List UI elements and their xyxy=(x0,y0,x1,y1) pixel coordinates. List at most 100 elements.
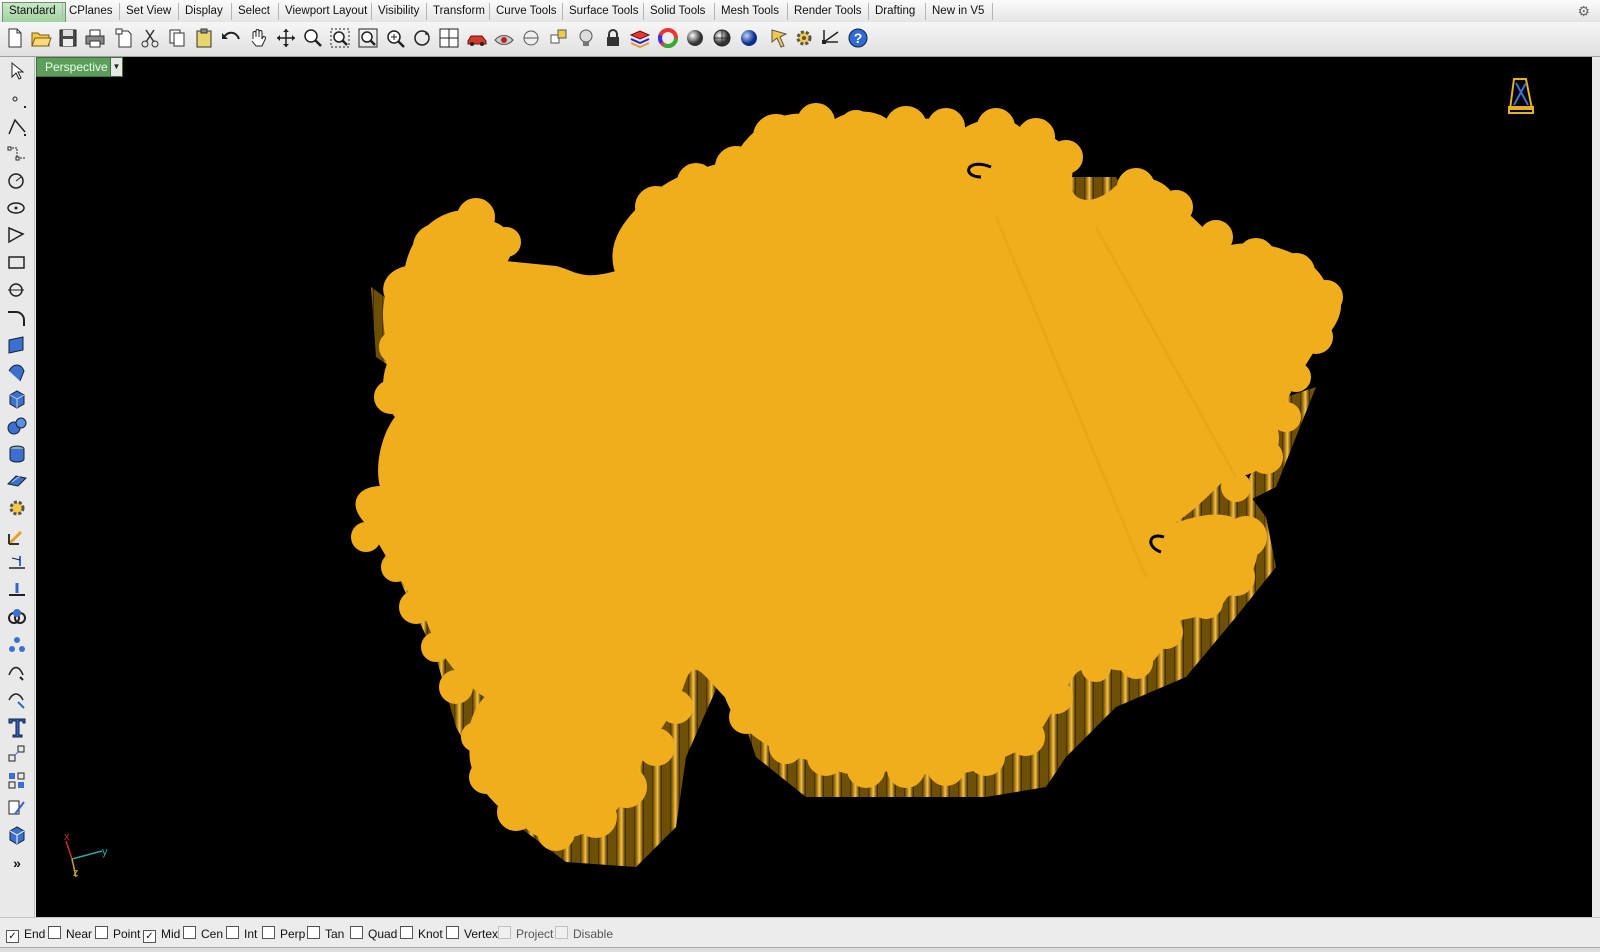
loft-icon[interactable] xyxy=(5,360,29,384)
tab-render-tools[interactable]: Render Tools xyxy=(787,3,870,20)
osnap-vertex[interactable]: Vertex xyxy=(446,926,498,942)
osnap-vertex-checkbox[interactable] xyxy=(446,926,459,939)
tab-drafting[interactable]: Drafting xyxy=(868,3,927,20)
control-curve-icon[interactable] xyxy=(5,142,29,166)
join-icon[interactable] xyxy=(5,633,29,657)
tab-viewport-layout[interactable]: Viewport Layout xyxy=(278,3,373,20)
rectangle-icon[interactable] xyxy=(5,251,29,275)
osnap-perp[interactable]: Perp xyxy=(262,926,305,942)
viewport-title[interactable]: Perspective xyxy=(36,57,113,77)
tab-set-view[interactable]: Set View xyxy=(119,3,180,20)
print-icon[interactable] xyxy=(83,26,107,50)
osnap-project-checkbox[interactable] xyxy=(498,926,511,939)
save-icon[interactable] xyxy=(56,26,80,50)
circle-icon[interactable] xyxy=(5,169,29,193)
osnap-cen-checkbox[interactable] xyxy=(183,926,196,939)
more-icon[interactable]: » xyxy=(5,851,29,875)
osnap-int-checkbox[interactable] xyxy=(226,926,239,939)
osnap-cen[interactable]: Cen xyxy=(183,926,223,942)
osnap-mid[interactable]: ✓ Mid xyxy=(143,926,180,943)
eye-icon[interactable] xyxy=(492,26,516,50)
perspective-viewport[interactable]: Perspective ▼ x y z xyxy=(36,57,1592,917)
edit-points-icon[interactable] xyxy=(5,796,29,820)
cut-icon[interactable] xyxy=(138,26,162,50)
osnap-near-checkbox[interactable] xyxy=(48,926,61,939)
grid-snap-icon[interactable] xyxy=(547,26,571,50)
cube-icon[interactable] xyxy=(5,823,29,847)
zoom-window-icon[interactable] xyxy=(301,26,325,50)
scale-icon[interactable] xyxy=(5,742,29,766)
cplane-icon[interactable] xyxy=(519,26,543,50)
bulb-icon[interactable] xyxy=(574,26,598,50)
tab-transform[interactable]: Transform xyxy=(426,3,491,20)
import-icon[interactable] xyxy=(112,26,136,50)
plane-surface-icon[interactable] xyxy=(5,469,29,493)
tab-surface-tools[interactable]: Surface Tools xyxy=(562,3,645,20)
tab-solid-tools[interactable]: Solid Tools xyxy=(643,3,716,20)
help-icon[interactable]: ? xyxy=(846,26,870,50)
tab-new-in-v5[interactable]: New in V5 xyxy=(925,3,993,20)
gear-icon[interactable]: ⚙ xyxy=(1577,3,1590,20)
cylinder-icon[interactable] xyxy=(5,442,29,466)
text-icon[interactable] xyxy=(5,715,29,739)
osnap-knot[interactable]: Knot xyxy=(400,926,443,942)
dimension-icon[interactable] xyxy=(819,26,843,50)
paste-icon[interactable] xyxy=(192,26,216,50)
zoom-icon[interactable] xyxy=(383,26,407,50)
tab-select[interactable]: Select xyxy=(231,3,280,20)
car-icon[interactable] xyxy=(465,26,489,50)
tab-curve-tools[interactable]: Curve Tools xyxy=(489,3,564,20)
box-icon[interactable] xyxy=(5,387,29,411)
open-folder-icon[interactable] xyxy=(29,26,53,50)
fillet-curve-icon[interactable] xyxy=(5,306,29,330)
osnap-int[interactable]: Int xyxy=(226,926,257,942)
surface-corner-icon[interactable] xyxy=(5,333,29,357)
layer-icon[interactable] xyxy=(628,26,652,50)
move-icon[interactable] xyxy=(274,26,298,50)
osnap-disable[interactable]: Disable xyxy=(555,926,613,942)
boolean-icon[interactable] xyxy=(5,605,29,629)
tab-display[interactable]: Display xyxy=(178,3,233,20)
four-viewports-icon[interactable] xyxy=(437,26,461,50)
tab-cplanes[interactable]: CPlanes xyxy=(62,3,121,20)
osnap-point[interactable]: Point xyxy=(95,926,140,942)
shaded-sphere-icon[interactable] xyxy=(683,26,707,50)
zoom-extents-icon[interactable] xyxy=(328,26,352,50)
arc-icon[interactable] xyxy=(5,278,29,302)
settings-icon[interactable] xyxy=(792,26,816,50)
gear-tools-icon[interactable] xyxy=(5,496,29,520)
copy-icon[interactable] xyxy=(165,26,189,50)
polyline-icon[interactable] xyxy=(5,115,29,139)
tab-visibility[interactable]: Visibility xyxy=(371,3,428,20)
osnap-quad-checkbox[interactable] xyxy=(350,926,363,939)
osnap-project[interactable]: Project xyxy=(498,926,553,942)
offset-icon[interactable] xyxy=(5,660,29,684)
osnap-point-checkbox[interactable] xyxy=(95,926,108,939)
named-view-camera-icon[interactable] xyxy=(1506,75,1536,117)
zoom-selected-icon[interactable] xyxy=(356,26,380,50)
tab-mesh-tools[interactable]: Mesh Tools xyxy=(714,3,789,20)
osnap-quad[interactable]: Quad xyxy=(350,926,397,942)
osnap-tan-checkbox[interactable] xyxy=(307,926,320,939)
ellipse-icon[interactable] xyxy=(5,196,29,220)
explode-icon[interactable] xyxy=(5,687,29,711)
transform-arrow-icon[interactable] xyxy=(5,524,29,548)
select-arrow-icon[interactable] xyxy=(5,59,29,83)
spheres-icon[interactable] xyxy=(5,414,29,438)
new-file-icon[interactable] xyxy=(3,26,27,50)
osnap-end[interactable]: ✓ End xyxy=(6,926,45,943)
rotate-view-icon[interactable] xyxy=(410,26,434,50)
osnap-perp-checkbox[interactable] xyxy=(262,926,275,939)
osnap-knot-checkbox[interactable] xyxy=(400,926,413,939)
polygon-icon[interactable] xyxy=(5,223,29,247)
pan-hand-icon[interactable] xyxy=(246,26,270,50)
split-icon[interactable] xyxy=(5,578,29,602)
blue-sphere-icon[interactable] xyxy=(737,26,761,50)
osnap-end-checkbox[interactable]: ✓ xyxy=(6,930,19,943)
tab-standard[interactable]: Standard xyxy=(2,2,66,22)
osnap-disable-checkbox[interactable] xyxy=(555,926,568,939)
color-wheel-icon[interactable] xyxy=(656,26,680,50)
point-icon[interactable] xyxy=(5,87,29,111)
render-icon[interactable] xyxy=(767,26,791,50)
viewport-menu-chevron-down-icon[interactable]: ▼ xyxy=(110,57,123,77)
